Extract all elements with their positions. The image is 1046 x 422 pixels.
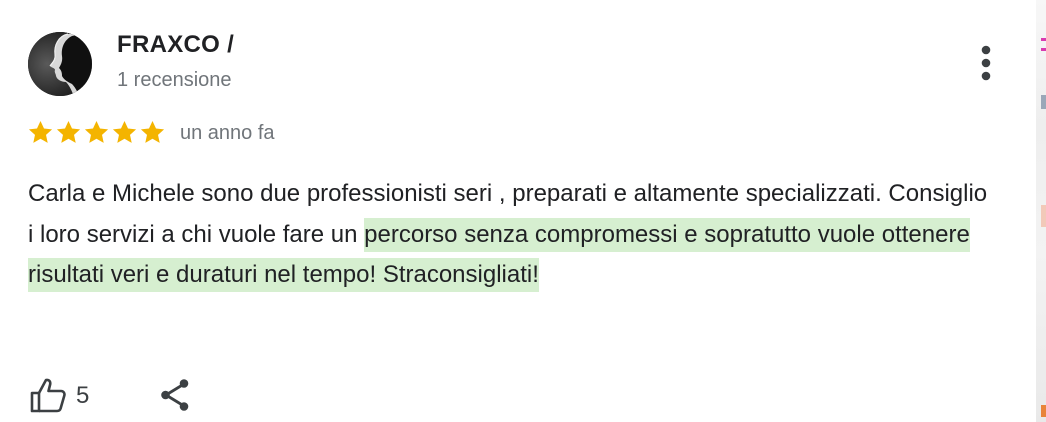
rating-stars — [27, 119, 166, 146]
like-button[interactable]: 5 — [28, 376, 89, 416]
adjacent-panel-mark — [1041, 38, 1046, 41]
star-icon — [112, 121, 137, 143]
review-text: Carla e Michele sono due professionisti … — [28, 174, 988, 296]
adjacent-panel-mark — [1041, 95, 1046, 109]
star-icon — [28, 121, 53, 143]
review-date: un anno fa — [180, 122, 275, 144]
author-name[interactable]: FRAXCO / — [117, 31, 234, 59]
avatar-image — [28, 32, 92, 96]
author-review-count: 1 recensione — [117, 69, 232, 91]
avatar[interactable] — [28, 32, 92, 96]
share-button[interactable] — [158, 377, 194, 413]
star-icon — [84, 121, 109, 143]
adjacent-panel-mark — [1041, 205, 1046, 227]
share-icon — [161, 379, 189, 411]
star-icon — [56, 121, 81, 143]
star-icon — [140, 121, 165, 143]
adjacent-panel-mark — [1041, 48, 1046, 51]
adjacent-panel-mark — [1041, 405, 1046, 417]
more-vert-icon — [981, 45, 991, 81]
thumb-up-icon — [30, 378, 66, 413]
like-count: 5 — [76, 382, 90, 409]
more-options-button[interactable] — [970, 42, 1002, 86]
review-card: FRAXCO / 1 recensione un anno fa Carla e… — [0, 0, 1046, 422]
